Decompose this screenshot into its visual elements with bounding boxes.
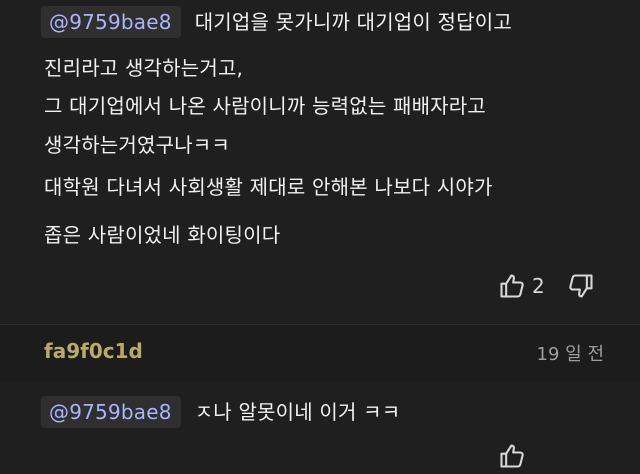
thumbs-down-icon[interactable] — [567, 272, 595, 300]
comment-text-line: 생각하는거였구나ㅋㅋ — [44, 133, 230, 157]
mention-link[interactable]: @9759bae8 — [41, 6, 181, 38]
comment-first-line: @9759bae8 대기업을 못가니까 대기업이 정답이고 — [41, 6, 512, 38]
comment-text-line: 그 대기업에서 나온 사람이니까 능력없는 패배자라고 — [44, 94, 486, 118]
comment-actions: 2 — [498, 270, 595, 302]
reply-text: ㅈ나 알못이네 이거 ㅋㅋ — [194, 400, 401, 424]
author-name[interactable]: fa9f0c1d — [44, 339, 143, 363]
comment-text-line: 진리라고 생각하는거고, — [44, 56, 244, 80]
mention-link[interactable]: @9759bae8 — [41, 396, 181, 428]
reply-header: fa9f0c1d 19 일 전 — [0, 326, 640, 382]
like-count: 2 — [532, 274, 545, 298]
thumbs-up-icon[interactable] — [498, 272, 526, 300]
comment-text-line: 좁은 사람이었네 화이팅이다 — [44, 223, 281, 247]
timestamp: 19 일 전 — [536, 344, 604, 365]
reply-first-line: @9759bae8 ㅈ나 알못이네 이거 ㅋㅋ — [41, 396, 401, 428]
divider — [0, 324, 640, 325]
comment-text: 대기업을 못가니까 대기업이 정답이고 — [194, 10, 512, 34]
thumbs-up-icon[interactable] — [498, 442, 526, 470]
comment-text-line: 대학원 다녀서 사회생활 제대로 안해본 나보다 시야가 — [44, 175, 493, 199]
comment-body: @9759bae8 대기업을 못가니까 대기업이 정답이고 진리라고 생각하는거고… — [0, 0, 640, 322]
